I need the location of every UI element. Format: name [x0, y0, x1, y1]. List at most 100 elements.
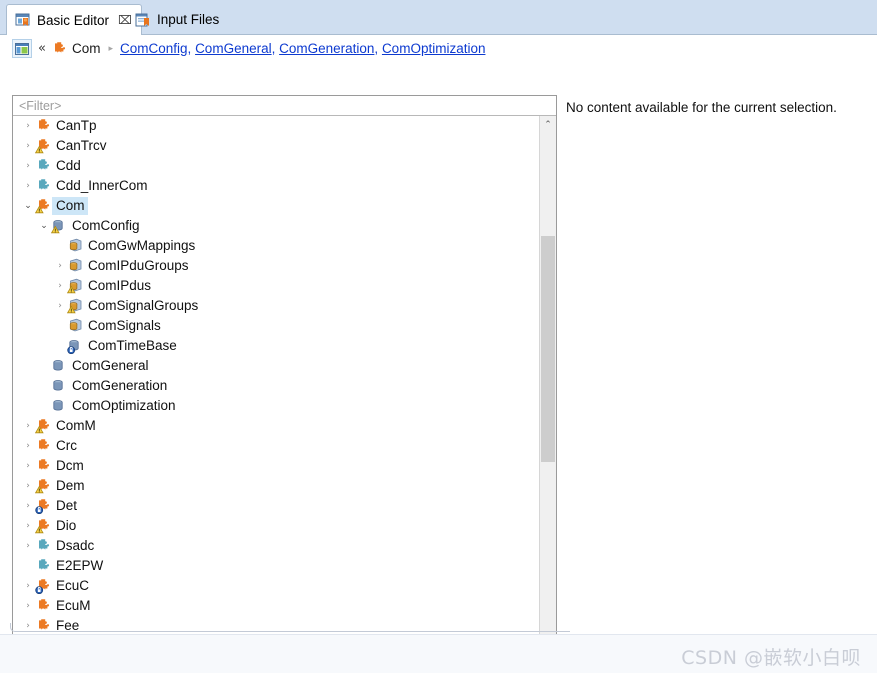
- bottom-strip: CSDN @嵌软小白呗: [0, 634, 877, 673]
- tree-rows: › CanTp › CanTrcv › Cdd › Cdd_InnerCom ⌄ Com ⌄ ComC…: [13, 116, 538, 636]
- module-warning-icon: [35, 418, 52, 434]
- tree-item-dcm[interactable]: › Dcm: [13, 456, 538, 476]
- tree-item-comsignals[interactable]: ComSignals: [13, 316, 538, 336]
- tab-basic-editor[interactable]: Basic Editor ⌧: [6, 4, 142, 35]
- tree-item-cantrcv[interactable]: › CanTrcv: [13, 136, 538, 156]
- tree-item-ecuc[interactable]: › EcuC: [13, 576, 538, 596]
- module-icon: [35, 458, 52, 474]
- module-warning-icon: [35, 518, 52, 534]
- tree-item-e2epw[interactable]: E2EPW: [13, 556, 538, 576]
- config-warning-icon: [51, 218, 68, 234]
- expand-arrow-icon[interactable]: ›: [53, 276, 67, 296]
- tree-item-comgwmappings[interactable]: ComGwMappings: [13, 236, 538, 256]
- tree-item-comconfig[interactable]: ⌄ ComConfig: [13, 216, 538, 236]
- tree-item-comoptimization[interactable]: ComOptimization: [13, 396, 538, 416]
- tree-item-label: ComGwMappings: [88, 238, 196, 253]
- expand-arrow-icon[interactable]: ›: [21, 416, 35, 436]
- tree-item-label: EcuM: [56, 598, 91, 613]
- expand-arrow-icon[interactable]: ›: [21, 176, 35, 196]
- layout-view-icon[interactable]: [12, 39, 32, 58]
- vertical-scroll-thumb[interactable]: [541, 236, 555, 462]
- expand-arrow-icon[interactable]: ›: [21, 496, 35, 516]
- tree-item-dsadc[interactable]: › Dsadc: [13, 536, 538, 556]
- breadcrumb-links: ComConfig, ComGeneral, ComGeneration, Co…: [120, 41, 486, 56]
- expand-arrow-icon[interactable]: ›: [21, 456, 35, 476]
- tree-item-ecum[interactable]: › EcuM: [13, 596, 538, 616]
- back-chevron-icon[interactable]: «: [38, 41, 46, 56]
- expand-arrow-icon[interactable]: ›: [21, 156, 35, 176]
- config-lock-icon: [67, 338, 84, 354]
- editor-icon: [15, 12, 32, 28]
- expand-arrow-icon[interactable]: ›: [21, 136, 35, 156]
- breadcrumb-link-comoptimization[interactable]: ComOptimization: [382, 41, 486, 56]
- tree-item-comtimebase[interactable]: ComTimeBase: [13, 336, 538, 356]
- editor-body: « Com ▸ ComConfig, ComGeneral, ComGenera…: [0, 35, 877, 665]
- tree-item-comgeneration[interactable]: ComGeneration: [13, 376, 538, 396]
- tree-item-cdd_innercom[interactable]: › Cdd_InnerCom: [13, 176, 538, 196]
- scroll-up-icon[interactable]: ⌃: [540, 116, 556, 133]
- expand-arrow-icon[interactable]: ›: [21, 596, 35, 616]
- module-lock-icon: [35, 498, 52, 514]
- container-icon: [67, 318, 84, 334]
- tree-item-comipdus[interactable]: › ComIPdus: [13, 276, 538, 296]
- container-warning-icon: [67, 298, 84, 314]
- expand-arrow-icon[interactable]: ›: [21, 116, 35, 136]
- filter-placeholder: <Filter>: [19, 98, 62, 113]
- module-icon: [35, 598, 52, 614]
- tree-item-label: ComGeneral: [72, 358, 149, 373]
- tree-item-comgeneral[interactable]: ComGeneral: [13, 356, 538, 376]
- filter-input[interactable]: <Filter>: [13, 96, 556, 116]
- tree-item-label: Dio: [56, 518, 77, 533]
- breadcrumb-root-label[interactable]: Com: [72, 41, 101, 56]
- tab-input-files[interactable]: Input Files: [127, 4, 228, 35]
- module-tree[interactable]: › CanTp › CanTrcv › Cdd › Cdd_InnerCom ⌄ Com ⌄ ComC…: [13, 116, 556, 644]
- expand-arrow-icon[interactable]: ›: [21, 536, 35, 556]
- tree-item-crc[interactable]: › Crc: [13, 436, 538, 456]
- tree-item-label: ComSignals: [88, 318, 161, 333]
- watermark: CSDN @嵌软小白呗: [681, 647, 861, 669]
- config-icon: [51, 378, 68, 394]
- tree-item-label: CanTp: [56, 118, 97, 133]
- module-teal-icon: [35, 538, 52, 554]
- tree-item-label: ComM: [56, 418, 96, 433]
- expand-arrow-icon[interactable]: ›: [21, 576, 35, 596]
- collapse-arrow-icon[interactable]: ⌄: [21, 196, 35, 216]
- tree-item-dio[interactable]: › Dio: [13, 516, 538, 536]
- expand-arrow-icon[interactable]: ›: [21, 476, 35, 496]
- tree-item-label: ComConfig: [72, 218, 140, 233]
- chevron-right-icon: ▸: [108, 43, 114, 54]
- tree-item-label: ComSignalGroups: [88, 298, 199, 313]
- breadcrumb-link-comgeneration[interactable]: ComGeneration: [279, 41, 374, 56]
- expand-arrow-icon[interactable]: ›: [53, 256, 67, 276]
- module-warning-icon: [35, 478, 52, 494]
- tree-vertical-scrollbar[interactable]: ⌃ ⌄: [539, 116, 556, 644]
- breadcrumb-link-comconfig[interactable]: ComConfig: [120, 41, 188, 56]
- module-icon: [35, 438, 52, 454]
- expand-arrow-icon[interactable]: ›: [21, 436, 35, 456]
- tree-item-cantp[interactable]: › CanTp: [13, 116, 538, 136]
- tree-item-det[interactable]: › Det: [13, 496, 538, 516]
- module-icon: [35, 118, 52, 134]
- tree-item-comm[interactable]: › ComM: [13, 416, 538, 436]
- tree-item-dem[interactable]: › Dem: [13, 476, 538, 496]
- breadcrumb-link-comgeneral[interactable]: ComGeneral: [195, 41, 272, 56]
- tree-item-cdd[interactable]: › Cdd: [13, 156, 538, 176]
- collapse-arrow-icon[interactable]: ⌄: [37, 216, 51, 236]
- tree-item-label: Cdd: [56, 158, 81, 173]
- tree-item-label: Dcm: [56, 458, 84, 473]
- expand-arrow-icon[interactable]: ›: [21, 516, 35, 536]
- container-icon: [67, 258, 84, 274]
- expand-arrow-icon[interactable]: ›: [53, 296, 67, 316]
- tree-item-label: ComIPdus: [88, 278, 152, 293]
- tree-item-comipdugroups[interactable]: › ComIPduGroups: [13, 256, 538, 276]
- tree-item-comsignalgroups[interactable]: › ComSignalGroups: [13, 296, 538, 316]
- tree-panel: <Filter> › CanTp › CanTrcv › Cdd › Cdd_InnerCom…: [12, 95, 557, 665]
- tree-item-com[interactable]: ⌄ Com: [13, 196, 538, 216]
- module-icon: [51, 41, 68, 57]
